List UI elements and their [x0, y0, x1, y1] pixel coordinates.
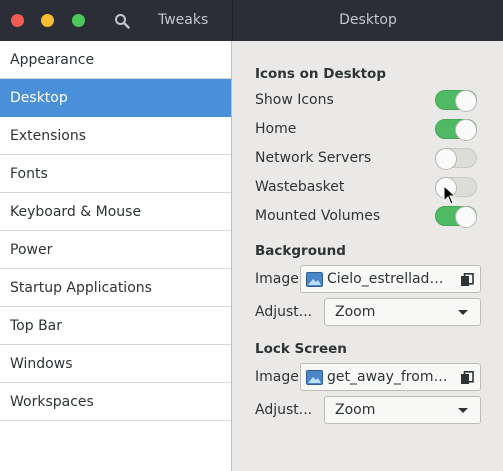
- sidebar-item-appearance[interactable]: Appearance: [0, 41, 231, 79]
- copy-icon: [461, 371, 474, 384]
- switch-knob: [435, 148, 457, 170]
- background-heading: Background: [255, 243, 346, 259]
- settings-panel: Icons on Desktop Show Icons Home Network…: [233, 41, 503, 471]
- mounted-volumes-switch[interactable]: [435, 206, 477, 228]
- mounted-volumes-label: Mounted Volumes: [255, 208, 381, 224]
- lock-screen-adjust-label: Adjust...: [255, 402, 313, 418]
- lock-screen-adjust-value: Zoom: [335, 402, 376, 418]
- switch-knob: [455, 119, 477, 141]
- minimize-window-button[interactable]: [41, 14, 54, 27]
- sidebar-item-desktop[interactable]: Desktop: [0, 79, 231, 117]
- sidebar: Appearance Desktop Extensions Fonts Keyb…: [0, 41, 232, 471]
- sidebar-item-fonts[interactable]: Fonts: [0, 155, 231, 193]
- show-icons-switch[interactable]: [435, 90, 477, 112]
- chevron-down-icon: [458, 408, 468, 413]
- close-window-button[interactable]: [11, 14, 24, 27]
- background-adjust-label: Adjust...: [255, 304, 313, 320]
- image-file-icon: [306, 370, 323, 385]
- network-servers-label: Network Servers: [255, 150, 372, 166]
- sidebar-item-extensions[interactable]: Extensions: [0, 117, 231, 155]
- home-label: Home: [255, 121, 297, 137]
- background-adjust-value: Zoom: [335, 304, 376, 320]
- search-icon[interactable]: [114, 13, 130, 29]
- background-adjust-dropdown[interactable]: Zoom: [324, 298, 481, 326]
- switch-knob: [455, 90, 477, 112]
- chevron-down-icon: [458, 310, 468, 315]
- sidebar-item-keyboard-mouse[interactable]: Keyboard & Mouse: [0, 193, 231, 231]
- background-image-filename: Cielo_estrellado_by_Eduardo_Diez_Viñuela…: [327, 271, 449, 287]
- copy-icon: [461, 273, 474, 286]
- wastebasket-label: Wastebasket: [255, 179, 345, 195]
- sidebar-item-startup-applications[interactable]: Startup Applications: [0, 269, 231, 307]
- lock-screen-image-label: Image: [255, 369, 299, 385]
- mouse-pointer-icon: [443, 185, 457, 205]
- page-title: Desktop: [339, 12, 397, 28]
- lock-screen-image-filename: get_away_from_it_all.jpg: [327, 369, 449, 385]
- show-icons-label: Show Icons: [255, 92, 334, 108]
- lock-screen-heading: Lock Screen: [255, 341, 347, 357]
- sidebar-item-power[interactable]: Power: [0, 231, 231, 269]
- sidebar-item-top-bar[interactable]: Top Bar: [0, 307, 231, 345]
- maximize-window-button[interactable]: [72, 14, 85, 27]
- image-file-icon: [306, 272, 323, 287]
- background-image-label: Image: [255, 271, 299, 287]
- sidebar-item-workspaces[interactable]: Workspaces: [0, 383, 231, 421]
- app-title: Tweaks: [158, 12, 209, 28]
- network-servers-switch[interactable]: [435, 148, 477, 170]
- background-image-chooser[interactable]: Cielo_estrellado_by_Eduardo_Diez_Viñuela…: [300, 265, 481, 293]
- lock-screen-adjust-dropdown[interactable]: Zoom: [324, 396, 481, 424]
- icons-on-desktop-heading: Icons on Desktop: [255, 66, 386, 82]
- switch-knob: [455, 206, 477, 228]
- title-bar: Tweaks Desktop: [0, 0, 503, 41]
- sidebar-item-windows[interactable]: Windows: [0, 345, 231, 383]
- lock-screen-image-chooser[interactable]: get_away_from_it_all.jpg: [300, 363, 481, 391]
- home-switch[interactable]: [435, 119, 477, 141]
